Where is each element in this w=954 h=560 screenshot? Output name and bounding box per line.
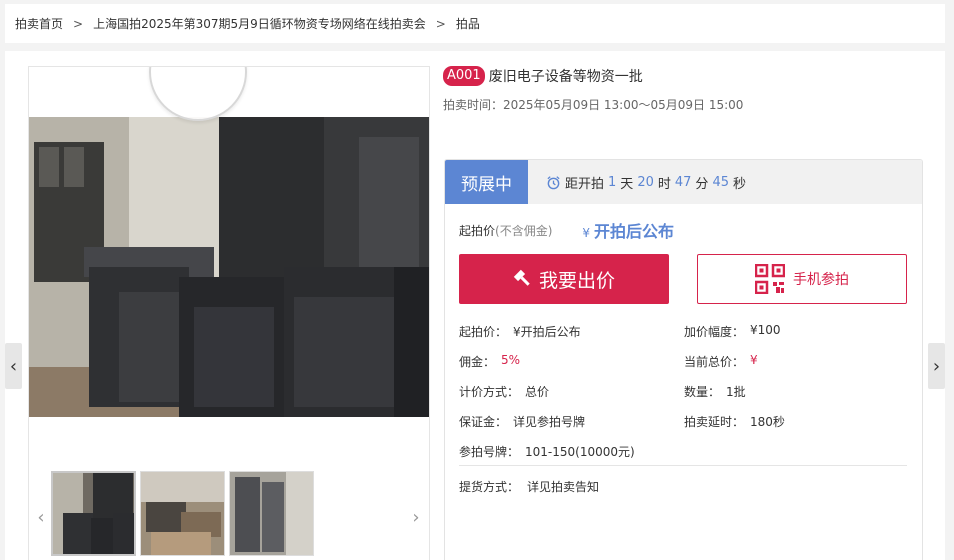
info-value: ¥100 (750, 322, 781, 337)
info-label: 计价方式： (459, 384, 520, 399)
info-increment: 加价幅度： ¥100 (684, 323, 909, 340)
countdown-hours: 20 (637, 174, 654, 190)
chevron-left-icon: ‹ (9, 355, 18, 377)
countdown: 距开拍 1 天 20 时 47 分 45 秒 (546, 173, 746, 192)
countdown-days: 1 (608, 174, 617, 190)
thumbnail[interactable] (140, 471, 225, 556)
mobile-bid-label: 手机参拍 (793, 272, 849, 288)
starting-price: 起拍价(不含佣金) ¥ 开拍后公布 (459, 218, 674, 242)
starting-price-label-text: 起拍价 (459, 223, 496, 238)
countdown-days-unit: 天 (620, 176, 634, 192)
info-row: 佣金： 5% 当前总价： ¥ (459, 346, 909, 376)
starting-price-text: 开拍后公布 (594, 222, 675, 241)
info-label: 保证金： (459, 414, 508, 429)
next-lot-button[interactable]: › (928, 343, 945, 389)
mobile-bid-button[interactable]: 手机参拍 (697, 254, 907, 304)
info-label: 当前总价： (684, 354, 745, 369)
info-value: 总价 (525, 384, 550, 399)
main-photo[interactable] (29, 117, 429, 417)
auction-time-label: 拍卖时间： (443, 98, 504, 112)
place-bid-button[interactable]: 我要出价 (459, 254, 669, 304)
info-delay: 拍卖延时： 180秒 (684, 413, 909, 430)
countdown-hours-unit: 时 (657, 176, 671, 192)
auction-time: 拍卖时间：2025年05月09日 13:00～05月09日 15:00 (443, 96, 743, 113)
info-row: 起拍价： ¥开拍后公布 加价幅度： ¥100 (459, 316, 909, 346)
breadcrumb: 拍卖首页 > 上海国拍2025年第307期5月9日循环物资专场网络在线拍卖会 >… (5, 4, 945, 43)
status-badge: 预展中 (445, 160, 528, 204)
info-label: 提货方式： (459, 480, 520, 494)
info-value: 1批 (726, 384, 746, 399)
thumb-next-icon[interactable]: › (409, 507, 423, 528)
info-value: 详见拍卖告知 (527, 480, 600, 494)
info-label: 参拍号牌： (459, 444, 520, 459)
zoom-lens (149, 67, 247, 121)
countdown-seconds-unit: 秒 (732, 176, 746, 192)
breadcrumb-separator: > (435, 16, 446, 31)
info-deposit: 保证金： 详见参拍号牌 (459, 413, 684, 430)
alarm-clock-icon (547, 175, 560, 189)
breadcrumb-auction-link[interactable]: 上海国拍2025年第307期5月9日循环物资专场网络在线拍卖会 (93, 15, 426, 32)
gavel-icon (513, 269, 530, 286)
image-gallery: ‹ › (28, 66, 430, 560)
thumbnail-strip (51, 471, 314, 556)
starting-price-note: (不含佣金) (495, 223, 553, 238)
info-start-price: 起拍价： ¥开拍后公布 (459, 323, 684, 340)
thumbnail[interactable] (229, 471, 314, 556)
status-bar: 预展中 距开拍 1 天 20 时 47 分 45 秒 (445, 160, 922, 204)
qr-code-icon (755, 264, 785, 294)
info-value: 5% (501, 352, 521, 367)
info-pickup: 提货方式： 详见拍卖告知 (459, 478, 599, 495)
currency-symbol: ¥ (582, 226, 591, 240)
info-label: 起拍价： (459, 324, 508, 339)
breadcrumb-current: 拍品 (455, 17, 480, 31)
countdown-minutes: 47 (674, 174, 692, 190)
info-label: 拍卖延时： (684, 414, 745, 429)
info-pricing-method: 计价方式： 总价 (459, 383, 684, 400)
starting-price-label: 起拍价(不含佣金) (459, 222, 552, 239)
info-value: 180秒 (750, 414, 785, 429)
lot-number-badge: A001 (443, 66, 485, 86)
info-current-total: 当前总价： ¥ (684, 353, 909, 370)
info-value: ¥ (750, 352, 758, 367)
info-value: 详见参拍号牌 (513, 414, 586, 429)
breadcrumb-home-link[interactable]: 拍卖首页 (15, 15, 63, 32)
thumb-prev-icon[interactable]: ‹ (34, 507, 48, 528)
prev-lot-button[interactable]: ‹ (5, 343, 22, 389)
auction-time-value: 2025年05月09日 13:00～05月09日 15:00 (503, 98, 744, 112)
lot-name: 废旧电子设备等物资一批 (488, 69, 643, 85)
breadcrumb-separator: > (73, 16, 84, 31)
place-bid-label: 我要出价 (538, 269, 615, 292)
info-label: 加价幅度： (684, 324, 745, 339)
bidding-panel: 预展中 距开拍 1 天 20 时 47 分 45 秒 起拍价(不含佣金) ¥ 开拍… (444, 159, 923, 560)
info-commission: 佣金： 5% (459, 353, 684, 370)
info-value: 101-150(10000元) (525, 444, 635, 459)
thumbnail[interactable] (51, 471, 136, 556)
info-row: 计价方式： 总价 数量： 1批 (459, 376, 909, 406)
info-row: 保证金： 详见参拍号牌 拍卖延时： 180秒 (459, 406, 909, 436)
lot-info-grid: 起拍价： ¥开拍后公布 加价幅度： ¥100 佣金： 5% 当前总价： ¥ 计价方式： 总… (459, 316, 909, 466)
starting-price-value: ¥ 开拍后公布 (582, 218, 674, 242)
info-label: 数量： (684, 384, 721, 399)
info-row: 参拍号牌： 101-150(10000元) (459, 436, 909, 466)
countdown-prefix: 距开拍 (565, 176, 605, 192)
info-quantity: 数量： 1批 (684, 383, 909, 400)
chevron-right-icon: › (932, 355, 941, 377)
lot-title: A001 废旧电子设备等物资一批 (443, 66, 643, 86)
countdown-minutes-unit: 分 (695, 176, 709, 192)
info-value: ¥开拍后公布 (513, 324, 581, 339)
divider (459, 465, 907, 466)
info-paddle: 参拍号牌： 101-150(10000元) (459, 443, 697, 460)
info-label: 佣金： (459, 354, 496, 369)
countdown-seconds: 45 (712, 174, 729, 190)
